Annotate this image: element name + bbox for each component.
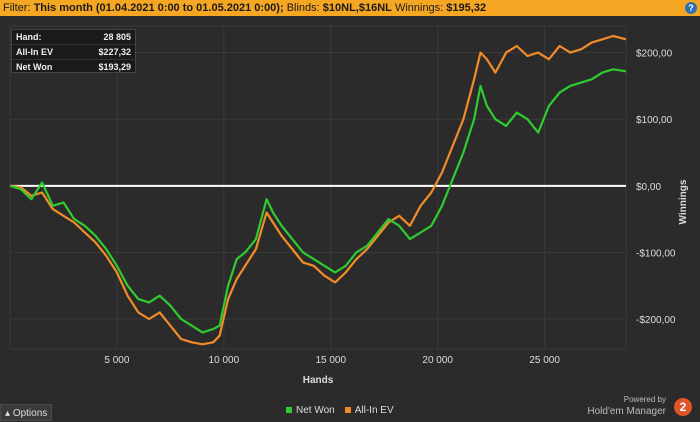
legend-label-net-won: Net Won [296, 405, 335, 416]
x-tick-label: 10 000 [209, 355, 240, 366]
options-button[interactable]: ▴ Options [0, 404, 52, 421]
y-tick-label: $200,00 [636, 49, 673, 60]
caret-up-icon: ▴ [5, 408, 11, 419]
netwon-label: Net Won [16, 62, 53, 72]
y-tick-label: -$200,00 [636, 315, 676, 326]
stats-row-allin: All-In EV $227,32 [12, 44, 135, 59]
filter-blinds: $10NL,$16NL [322, 2, 392, 14]
stats-panel: Hand: 28 805 All-In EV $227,32 Net Won $… [11, 29, 136, 73]
y-tick-label: -$100,00 [636, 248, 676, 259]
y-tick-label: $0,00 [636, 182, 661, 193]
hands-value: 28 805 [103, 32, 131, 42]
powered-by-branding: Powered by Hold'em Manager 2 [582, 395, 692, 421]
filter-bar: Filter: This month (01.04.2021 0:00 to 0… [0, 0, 700, 16]
legend-swatch-net-won [286, 407, 292, 414]
stats-row-hands: Hand: 28 805 [12, 30, 135, 44]
help-icon[interactable]: ? [685, 2, 697, 14]
legend-swatch-allin-ev [344, 407, 351, 414]
filter-winnings-label: Winnings: [394, 2, 444, 14]
allin-label: All-In EV [16, 47, 54, 57]
legend-item-net-won[interactable]: Net Won [286, 404, 335, 418]
x-axis-label: Hands [303, 375, 334, 386]
x-tick-label: 20 000 [422, 355, 453, 366]
filter-blinds-label: Blinds: [286, 2, 320, 14]
filter-winnings: $195,32 [446, 2, 487, 14]
legend-label-allin-ev: All-In EV [354, 405, 394, 416]
hm2-logo-icon: 2 [674, 398, 692, 416]
chart-legend: Net Won All-In EV [286, 404, 394, 418]
stats-row-netwon: Net Won $193,29 [12, 59, 135, 74]
options-label: Options [12, 408, 48, 419]
netwon-value: $193,29 [98, 62, 131, 72]
y-axis-label: Winnings [678, 179, 689, 224]
x-tick-label: 15 000 [315, 355, 346, 366]
filter-prefix: Filter: [3, 2, 31, 14]
hands-label: Hand: [16, 32, 42, 42]
x-tick-label: 25 000 [529, 355, 560, 366]
y-tick-label: $100,00 [636, 115, 673, 126]
x-tick-label: 5 000 [104, 355, 129, 366]
powered-by-text: Powered by [623, 395, 666, 404]
legend-item-allin-ev[interactable]: All-In EV [344, 404, 394, 418]
filter-month: This month (01.04.2021 0:00 to 01.05.202… [33, 2, 284, 14]
product-name: Hold'em Manager [587, 406, 666, 417]
allin-value: $227,32 [98, 47, 131, 57]
